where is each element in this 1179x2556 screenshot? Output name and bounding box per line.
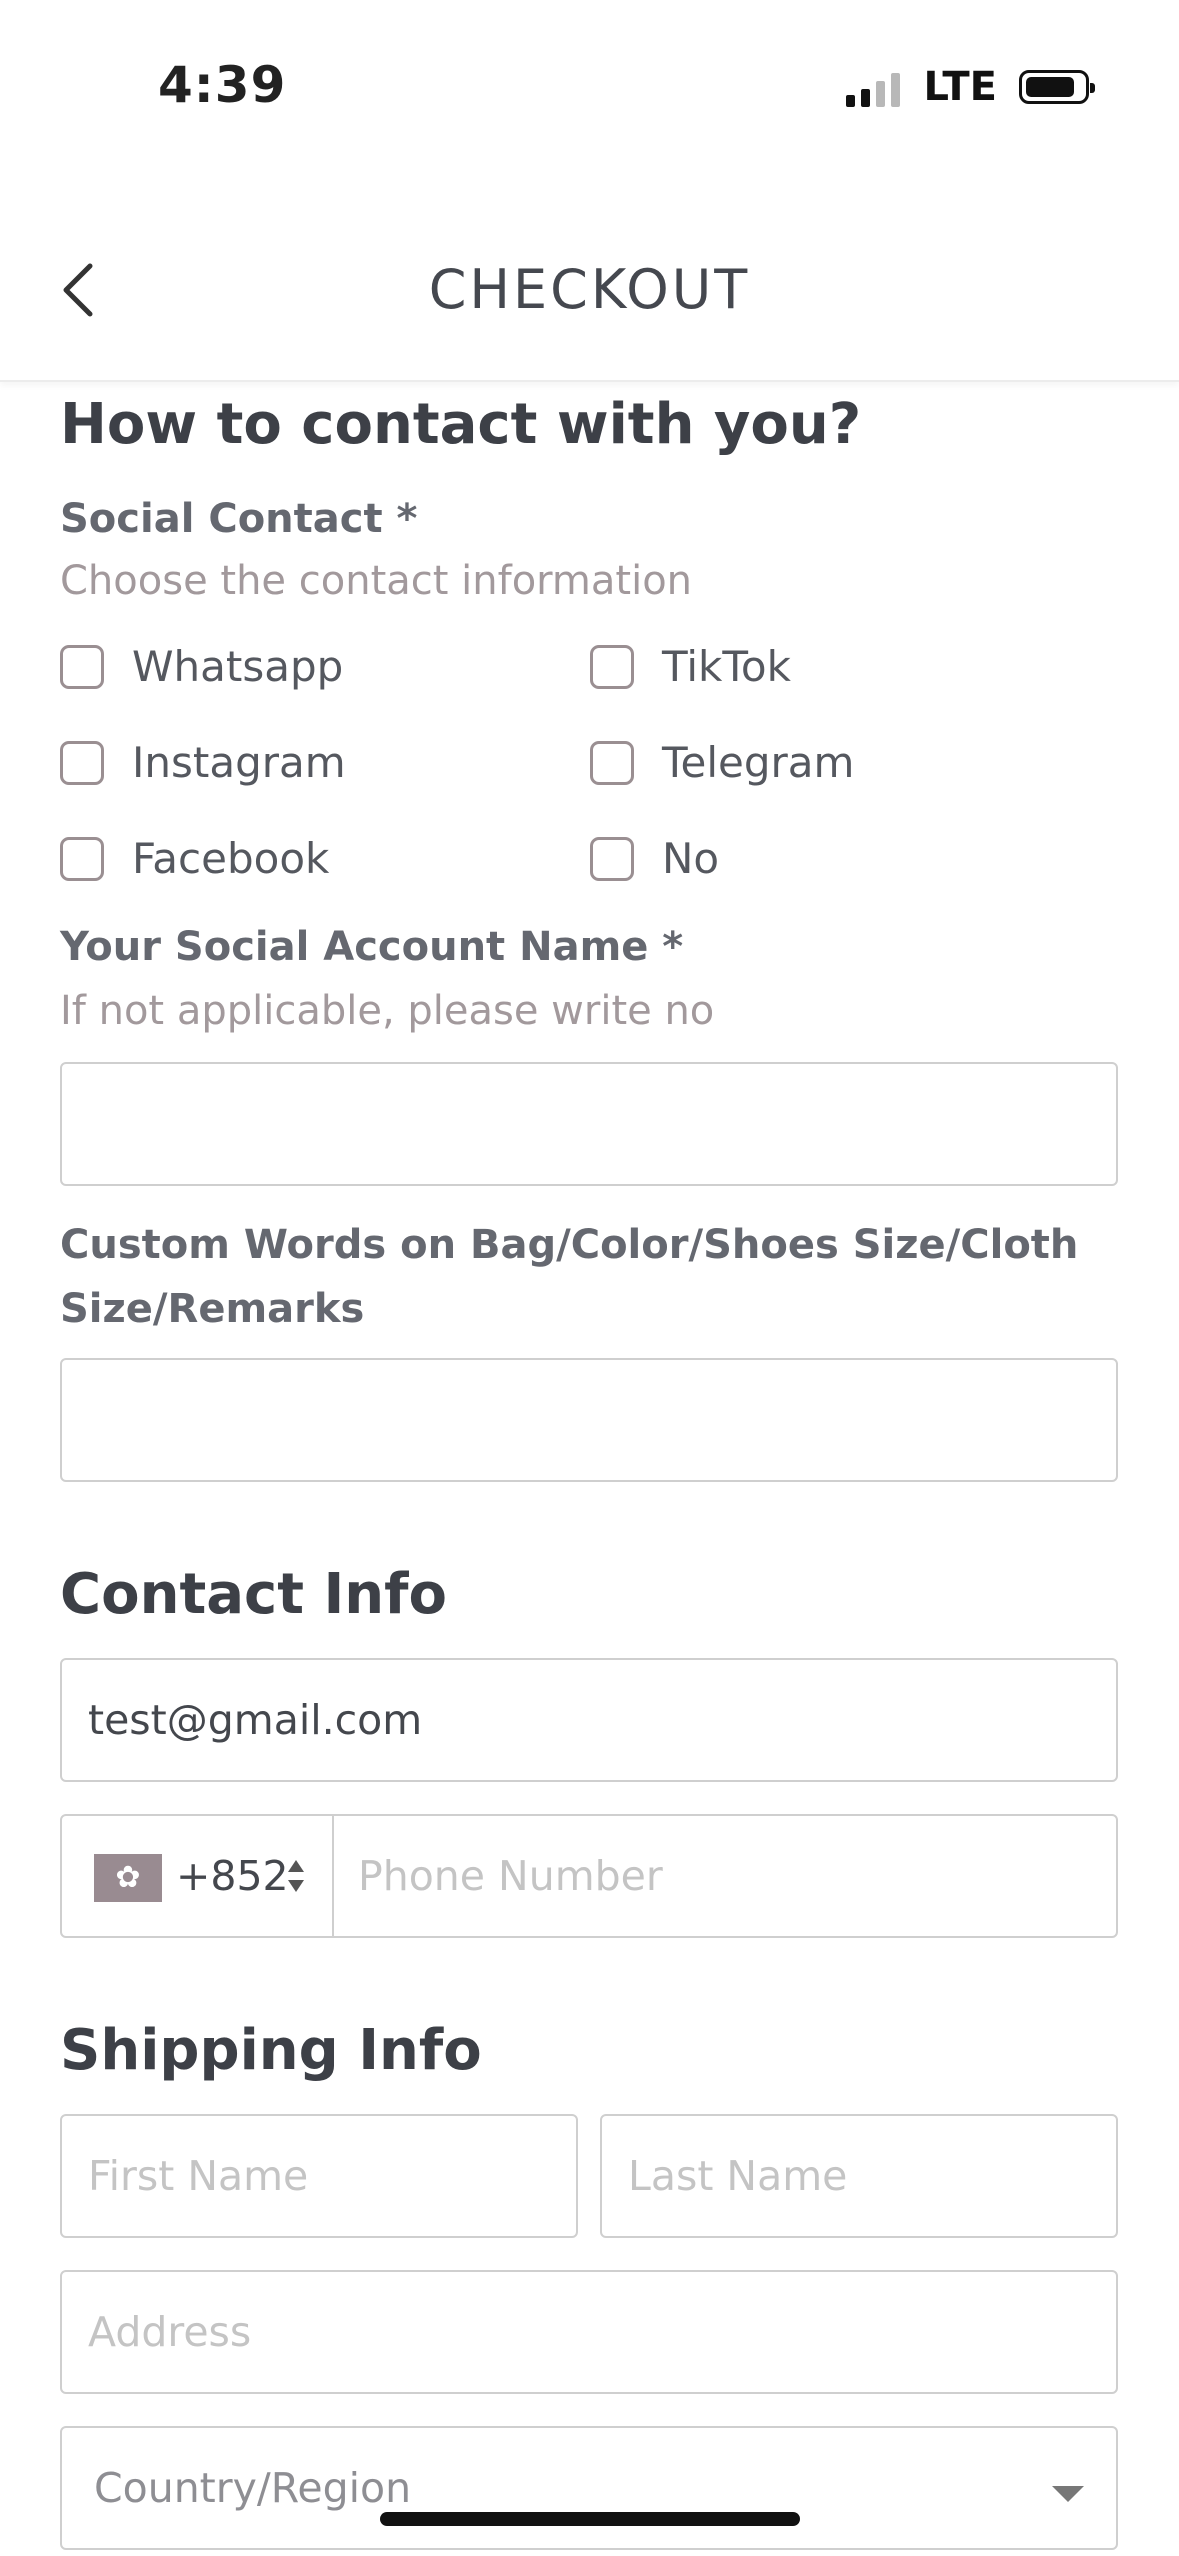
checkbox-instagram[interactable] (60, 740, 104, 785)
updown-arrows-icon (286, 1858, 306, 1898)
contact-method-heading: How to contact with you? (60, 392, 862, 457)
social-contact-hint: Choose the contact information (60, 558, 693, 604)
address-placeholder: Address (88, 2308, 252, 2356)
country-code-value: +852 (176, 1852, 289, 1900)
checkbox-whatsapp[interactable] (60, 644, 104, 689)
option-instagram[interactable]: Instagram (60, 738, 346, 787)
option-label: Facebook (132, 834, 330, 883)
checkbox-tiktok[interactable] (590, 644, 634, 689)
option-facebook[interactable]: Facebook (60, 834, 329, 883)
checkbox-no[interactable] (590, 836, 634, 881)
status-indicators: LTE (845, 62, 1095, 112)
option-label: Telegram (662, 738, 855, 787)
home-indicator[interactable] (380, 2512, 800, 2526)
option-no[interactable]: No (590, 834, 719, 883)
phone-field[interactable]: ✿ +852 Phone Number (60, 1814, 1118, 1938)
custom-words-input[interactable] (60, 1358, 1118, 1482)
option-label: TikTok (662, 642, 791, 691)
phone-number-placeholder[interactable]: Phone Number (358, 1816, 663, 1936)
option-label: Whatsapp (132, 642, 344, 691)
checkbox-telegram[interactable] (590, 740, 634, 785)
email-field[interactable]: test@gmail.com (60, 1658, 1118, 1782)
custom-words-label-line1: Custom Words on Bag/Color/Shoes Size/Clo… (60, 1222, 1079, 1268)
option-label: Instagram (132, 738, 346, 787)
social-account-label: Your Social Account Name * (60, 924, 684, 970)
custom-words-label-line2: Size/Remarks (60, 1286, 365, 1332)
option-whatsapp[interactable]: Whatsapp (60, 642, 343, 691)
option-telegram[interactable]: Telegram (590, 738, 854, 787)
email-value: test@gmail.com (88, 1696, 423, 1744)
page-title: CHECKOUT (428, 258, 751, 321)
network-label: LTE (923, 64, 997, 110)
nav-header: CHECKOUT (0, 180, 1179, 382)
status-time: 4:39 (158, 56, 287, 114)
checkbox-facebook[interactable] (60, 836, 104, 881)
option-tiktok[interactable]: TikTok (590, 642, 791, 691)
first-name-field[interactable]: First Name (60, 2114, 578, 2238)
chevron-down-icon (1052, 2486, 1084, 2502)
last-name-field[interactable]: Last Name (600, 2114, 1118, 2238)
signal-icon (845, 67, 900, 107)
contact-info-heading: Contact Info (60, 1562, 447, 1627)
address-field[interactable]: Address (60, 2270, 1118, 2394)
country-region-placeholder: Country/Region (94, 2464, 412, 2512)
option-label: No (662, 834, 720, 883)
social-contact-label: Social Contact * (60, 496, 418, 542)
social-account-hint: If not applicable, please write no (60, 988, 715, 1034)
country-code-select[interactable]: ✿ +852 (62, 1816, 334, 1936)
last-name-placeholder: Last Name (628, 2152, 848, 2200)
battery-icon (1019, 70, 1095, 104)
hk-flag-icon: ✿ (94, 1854, 162, 1902)
country-region-select[interactable]: Country/Region (60, 2426, 1118, 2550)
first-name-placeholder: First Name (88, 2152, 309, 2200)
shipping-info-heading: Shipping Info (60, 2018, 482, 2083)
social-account-input[interactable] (60, 1062, 1118, 1186)
